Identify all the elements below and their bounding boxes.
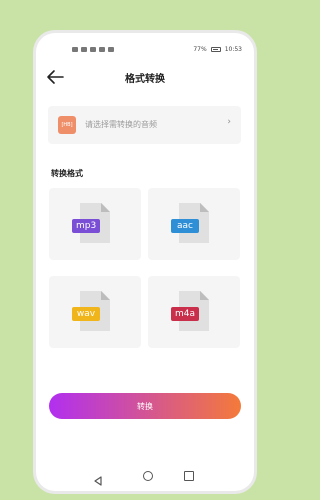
chevron-right-icon: › — [227, 117, 231, 127]
circle-home-icon[interactable] — [143, 471, 153, 481]
select-audio-row[interactable]: [HB] 请选择需转换的音频 › — [48, 106, 241, 144]
battery-icon — [210, 47, 221, 52]
format-card-mp3[interactable]: mp3 — [49, 188, 141, 260]
status-icons-left — [72, 47, 114, 52]
top-app-bar: 格式转换 — [36, 65, 254, 89]
convert-button-label: 转换 — [137, 401, 153, 411]
format-section-label: 转换格式 — [51, 169, 83, 178]
file-icon: aac — [171, 203, 209, 243]
notification-icon — [99, 47, 105, 52]
format-grid: mp3 aac wav m4a — [49, 188, 240, 348]
format-card-aac[interactable]: aac — [148, 188, 240, 260]
format-tag: m4a — [171, 307, 200, 321]
file-fold — [200, 291, 209, 300]
nav-back-button[interactable] — [93, 471, 103, 486]
format-card-wav[interactable]: wav — [49, 276, 141, 348]
format-tag: wav — [72, 307, 100, 321]
app-screen: 77% 10:53 格式转换 [HB] 请选择需转换的音频 › 转换格式 mp3… — [36, 33, 254, 491]
notification-icon — [90, 47, 96, 52]
file-icon: mp3 — [72, 203, 110, 243]
format-tag: mp3 — [72, 219, 101, 233]
signal-icon — [72, 47, 78, 52]
phone-frame: 77% 10:53 格式转换 [HB] 请选择需转换的音频 › 转换格式 mp3… — [33, 30, 257, 494]
format-tag: aac — [171, 219, 199, 233]
format-card-m4a[interactable]: m4a — [148, 276, 240, 348]
select-audio-placeholder: 请选择需转换的音频 — [85, 120, 157, 129]
signal-icon — [81, 47, 87, 52]
system-nav-bar — [36, 469, 254, 486]
file-icon: wav — [72, 291, 110, 331]
triangle-back-icon — [94, 476, 102, 486]
convert-button[interactable]: 转换 — [49, 393, 241, 419]
audio-icon-label: [HB] — [61, 122, 73, 128]
file-icon: m4a — [171, 291, 209, 331]
audio-file-icon: [HB] — [58, 116, 76, 134]
page-title: 格式转换 — [125, 74, 165, 85]
status-icons-right: 77% 10:53 — [193, 46, 242, 53]
file-fold — [200, 203, 209, 212]
square-recent-icon[interactable] — [184, 471, 194, 481]
battery-percent: 77% — [193, 46, 207, 53]
status-time: 10:53 — [224, 46, 242, 53]
wifi-icon — [108, 47, 114, 52]
status-bar: 77% 10:53 — [36, 45, 254, 57]
